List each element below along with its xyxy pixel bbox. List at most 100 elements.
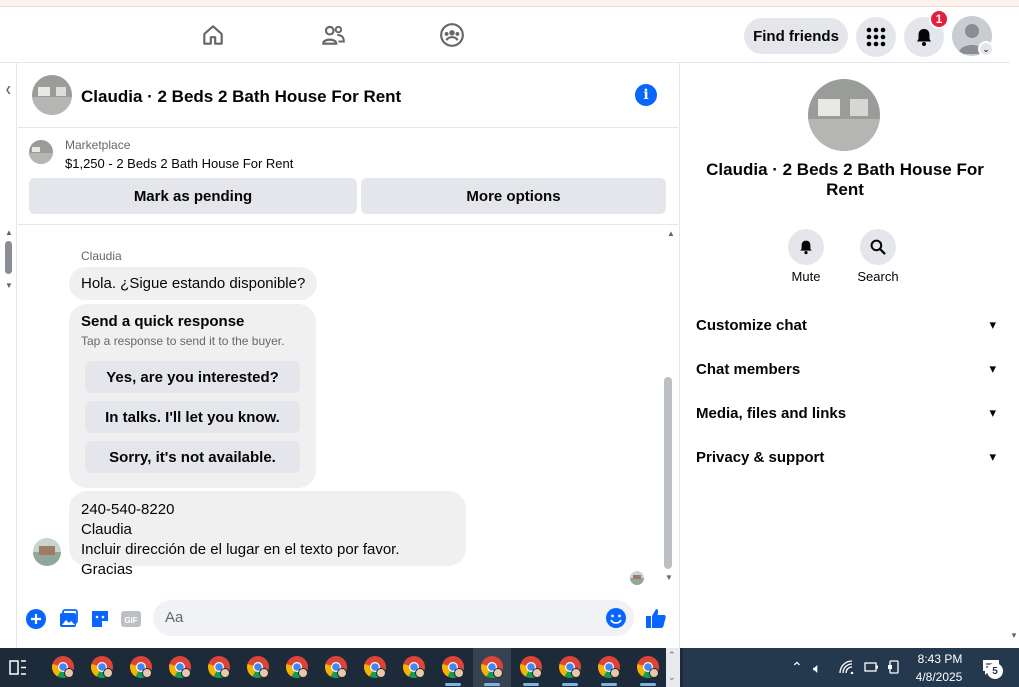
chevron-down-icon[interactable]: ⌄ bbox=[668, 672, 676, 683]
message-input[interactable]: Aa bbox=[153, 600, 634, 636]
plus-icon[interactable] bbox=[25, 608, 47, 630]
listing-thumbnail-large[interactable] bbox=[808, 79, 880, 151]
seen-indicator-avatar bbox=[630, 571, 644, 585]
more-options-button[interactable]: More options bbox=[361, 178, 666, 214]
chrome-taskbar-icon[interactable] bbox=[239, 648, 277, 687]
chrome-taskbar-icon[interactable] bbox=[83, 648, 121, 687]
apps-grid-icon[interactable] bbox=[856, 17, 896, 57]
mute-label[interactable]: Mute bbox=[771, 269, 841, 284]
chat-members-row[interactable]: Chat members ▾ bbox=[696, 347, 996, 391]
customize-chat-row[interactable]: Customize chat ▾ bbox=[696, 303, 996, 347]
browser-edge bbox=[0, 0, 1019, 7]
chrome-taskbar-icon[interactable] bbox=[356, 648, 394, 687]
chevron-up-icon[interactable]: ⌃ bbox=[668, 650, 676, 661]
network-icon[interactable] bbox=[839, 660, 855, 677]
task-view-icon[interactable] bbox=[8, 658, 28, 678]
message-line: Incluir dirección de el lugar en el text… bbox=[81, 541, 400, 578]
battery-icon[interactable] bbox=[863, 660, 879, 677]
message-line: Claudia bbox=[81, 521, 132, 538]
listing-price-title[interactable]: $1,250 - 2 Beds 2 Bath House For Rent bbox=[65, 156, 293, 171]
top-navigation: Find friends 1 ⌄ bbox=[0, 7, 1010, 63]
privacy-support-row[interactable]: Privacy & support ▾ bbox=[696, 435, 996, 479]
chrome-taskbar-icon[interactable] bbox=[473, 648, 511, 687]
chrome-taskbar-icon[interactable] bbox=[551, 648, 589, 687]
sender-avatar[interactable] bbox=[33, 538, 61, 566]
row-label: Customize chat bbox=[696, 316, 807, 334]
chrome-taskbar-icon[interactable] bbox=[44, 648, 82, 687]
message-thread: Claudia Hola. ¿Sigue estando disponible?… bbox=[18, 225, 678, 590]
scrollbar-thumb[interactable] bbox=[5, 241, 12, 274]
page-scrollbar[interactable]: ▼ bbox=[1010, 63, 1019, 648]
mark-as-pending-button[interactable]: Mark as pending bbox=[29, 178, 357, 214]
search-icon[interactable] bbox=[860, 229, 896, 265]
emoji-icon[interactable] bbox=[605, 607, 627, 634]
show-hidden-icons-icon[interactable]: ⌃ bbox=[791, 659, 803, 676]
quick-response-subtitle: Tap a response to send it to the buyer. bbox=[81, 334, 285, 348]
search-label[interactable]: Search bbox=[843, 269, 913, 284]
scroll-up-icon[interactable]: ▲ bbox=[667, 229, 675, 238]
chat-title[interactable]: Claudia · 2 Beds 2 Bath House For Rent bbox=[81, 87, 401, 107]
chevron-down-icon: ▾ bbox=[989, 405, 996, 420]
scroll-down-icon[interactable]: ▼ bbox=[5, 281, 13, 290]
sender-name: Claudia bbox=[81, 249, 122, 263]
mute-bell-icon[interactable] bbox=[788, 229, 824, 265]
listing-thumbnail[interactable] bbox=[32, 75, 72, 115]
quick-reply-in-talks-button[interactable]: In talks. I'll let you know. bbox=[85, 401, 300, 433]
scroll-down-icon[interactable]: ▼ bbox=[665, 573, 673, 582]
message-bubble[interactable]: Hola. ¿Sigue estando disponible? bbox=[69, 267, 318, 300]
scrollbar-thumb[interactable] bbox=[664, 377, 672, 569]
panel-title: Claudia · 2 Beds 2 Bath House For Rent bbox=[706, 160, 984, 199]
running-indicator bbox=[484, 683, 500, 686]
phone-link-icon[interactable] bbox=[887, 660, 901, 677]
system-tray: ⌃ 🔈︎ 8:43 PM 4/8/2025 5 bbox=[683, 648, 1019, 687]
chevron-down-icon: ▾ bbox=[989, 361, 996, 376]
clock-time[interactable]: 8:43 PM bbox=[915, 652, 965, 666]
running-indicator bbox=[601, 683, 617, 686]
message-bubble[interactable]: 240-540-8220 Claudia Incluir dirección d… bbox=[69, 491, 466, 578]
info-icon[interactable]: i bbox=[635, 84, 657, 106]
running-indicator bbox=[445, 683, 461, 686]
running-indicator bbox=[523, 683, 539, 686]
chrome-taskbar-icon[interactable] bbox=[122, 648, 160, 687]
quick-reply-yes-button[interactable]: Yes, are you interested? bbox=[85, 361, 300, 393]
listing-thumbnail-small[interactable] bbox=[29, 140, 53, 164]
row-label: Chat members bbox=[696, 360, 801, 378]
running-indicator bbox=[640, 683, 656, 686]
find-friends-button[interactable]: Find friends bbox=[744, 18, 848, 54]
media-files-links-row[interactable]: Media, files and links ▾ bbox=[696, 391, 996, 435]
message-input-placeholder: Aa bbox=[165, 609, 184, 626]
scroll-up-icon[interactable]: ▲ bbox=[5, 228, 13, 237]
chat-info-panel: Claudia · 2 Beds 2 Bath House For Rent M… bbox=[679, 63, 1010, 648]
taskbar-scroll[interactable]: ⌃ ⌄ bbox=[666, 648, 680, 687]
quick-response-title: Send a quick response bbox=[81, 313, 245, 330]
chrome-taskbar-icon[interactable] bbox=[317, 648, 355, 687]
marketplace-label: Marketplace bbox=[65, 138, 131, 152]
chrome-taskbar-icon[interactable] bbox=[200, 648, 238, 687]
chevron-left-icon[interactable]: ❮ bbox=[5, 85, 12, 94]
marketplace-bar: Marketplace $1,250 - 2 Beds 2 Bath House… bbox=[18, 128, 678, 225]
chrome-taskbar-icon[interactable] bbox=[395, 648, 433, 687]
friends-icon[interactable] bbox=[318, 20, 348, 50]
chrome-taskbar-icon[interactable] bbox=[512, 648, 550, 687]
left-sidebar-edge: ❮ ▲ ▼ bbox=[0, 63, 17, 648]
groups-icon[interactable] bbox=[437, 20, 467, 50]
chrome-taskbar-icon[interactable] bbox=[161, 648, 199, 687]
chrome-taskbar-icon[interactable] bbox=[278, 648, 316, 687]
chrome-taskbar-icon[interactable] bbox=[629, 648, 667, 687]
like-icon[interactable] bbox=[645, 607, 667, 634]
sticker-icon[interactable] bbox=[89, 608, 111, 630]
notification-count-badge: 5 bbox=[987, 663, 1003, 679]
volume-icon[interactable]: 🔈︎ bbox=[813, 660, 821, 677]
quick-response-card: Send a quick response Tap a response to … bbox=[69, 304, 316, 488]
chevron-down-icon: ▾ bbox=[989, 317, 996, 332]
chrome-taskbar-icon[interactable] bbox=[434, 648, 472, 687]
chrome-taskbar-icon[interactable] bbox=[590, 648, 628, 687]
clock-date[interactable]: 4/8/2025 bbox=[911, 670, 967, 684]
home-icon[interactable] bbox=[198, 20, 228, 50]
photo-icon[interactable] bbox=[57, 608, 79, 630]
chevron-down-icon[interactable]: ⌄ bbox=[978, 41, 994, 57]
notification-badge: 1 bbox=[929, 9, 949, 29]
gif-icon[interactable]: GIF bbox=[120, 608, 142, 630]
quick-reply-not-available-button[interactable]: Sorry, it's not available. bbox=[85, 441, 300, 473]
scroll-down-icon[interactable]: ▼ bbox=[1010, 631, 1018, 640]
